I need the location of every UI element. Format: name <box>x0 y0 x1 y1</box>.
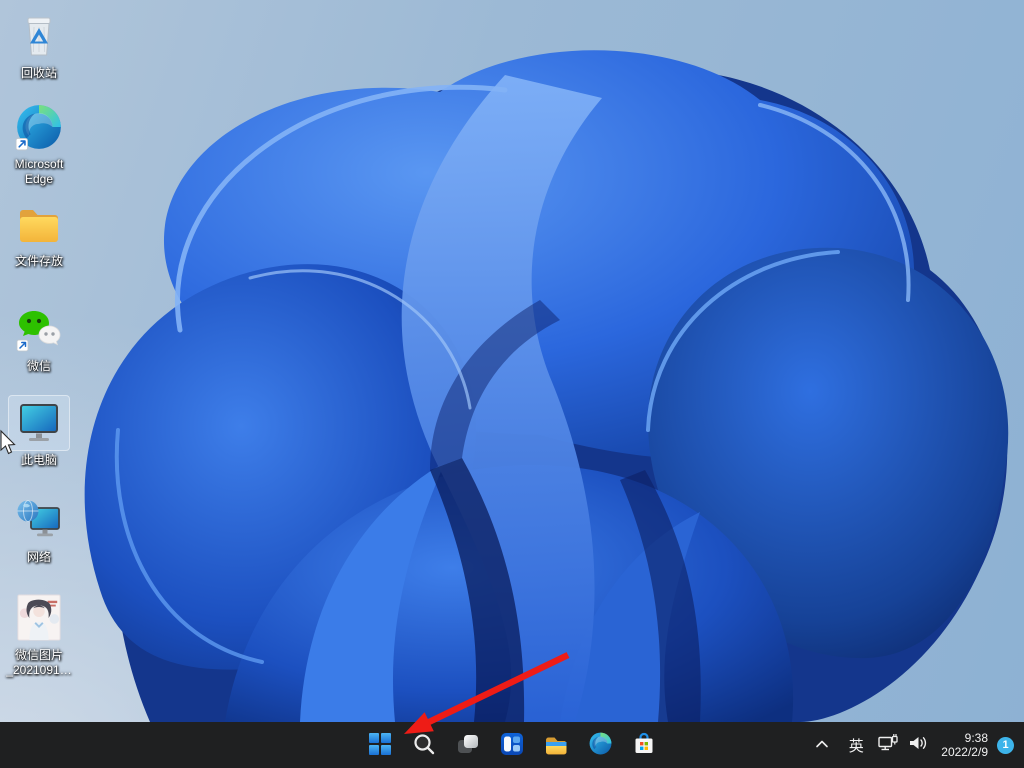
time-label: 9:38 <box>965 731 988 745</box>
language-label: 英 <box>849 735 864 756</box>
widgets-button[interactable] <box>492 725 532 765</box>
desktop-icon-recycle-bin[interactable]: 回收站 <box>1 8 77 81</box>
notification-badge[interactable]: 1 <box>997 737 1014 754</box>
ethernet-icon <box>878 733 899 757</box>
icon-label: 微信 <box>27 359 51 374</box>
date-label: 2022/2/9 <box>941 745 988 759</box>
task-view-button[interactable] <box>448 725 488 765</box>
desktop-icon-this-pc[interactable]: 此电脑 <box>1 395 77 468</box>
store-button[interactable] <box>624 725 664 765</box>
recycle-bin-icon <box>8 8 70 64</box>
desktop-icon-network[interactable]: 网络 <box>1 492 77 565</box>
language-indicator[interactable]: 英 <box>841 725 871 765</box>
network-tray-button[interactable] <box>873 725 903 765</box>
file-explorer-button[interactable] <box>536 725 576 765</box>
edge-icon <box>8 99 70 155</box>
wechat-icon <box>8 301 70 357</box>
icon-label: 回收站 <box>21 66 57 81</box>
file-explorer-icon <box>544 732 568 759</box>
chevron-up-icon <box>815 736 829 754</box>
desktop-icon-wechat[interactable]: 微信 <box>1 301 77 374</box>
icon-label: 文件存放 <box>15 254 63 269</box>
tray-chevron-button[interactable] <box>809 725 835 765</box>
desktop: 回收站 MicrosoftEdge 文件存放 <box>0 0 1024 768</box>
notification-count: 1 <box>1002 739 1008 751</box>
system-tray: 英 <box>809 722 1024 768</box>
image-thumbnail <box>8 590 70 646</box>
shortcut-arrow-icon <box>17 340 28 351</box>
desktop-icon-edge[interactable]: MicrosoftEdge <box>1 99 77 187</box>
folder-icon <box>8 196 70 252</box>
icon-label: MicrosoftEdge <box>15 157 64 187</box>
edge-button[interactable] <box>580 725 620 765</box>
edge-icon <box>588 731 613 759</box>
speaker-icon <box>909 734 928 757</box>
volume-tray-button[interactable] <box>903 725 933 765</box>
icon-label: 此电脑 <box>21 453 57 468</box>
clock[interactable]: 9:38 2022/2/9 <box>941 725 988 765</box>
this-pc-icon <box>8 395 70 451</box>
network-icon <box>8 492 70 548</box>
microsoft-store-icon <box>632 732 656 759</box>
icon-label: 微信图片_2021091… <box>6 648 71 678</box>
task-view-icon <box>456 732 480 759</box>
shortcut-arrow-icon <box>16 138 27 149</box>
search-icon <box>412 732 436 759</box>
start-button[interactable] <box>360 725 400 765</box>
search-button[interactable] <box>404 725 444 765</box>
icon-label: 网络 <box>27 550 51 565</box>
widgets-icon <box>500 732 524 759</box>
taskbar: 英 <box>0 722 1024 768</box>
windows-start-icon <box>368 732 392 759</box>
wallpaper-bloom-image <box>0 0 1024 722</box>
desktop-icon-files-folder[interactable]: 文件存放 <box>1 196 77 269</box>
desktop-icon-wechat-image[interactable]: 微信图片_2021091… <box>1 590 77 678</box>
